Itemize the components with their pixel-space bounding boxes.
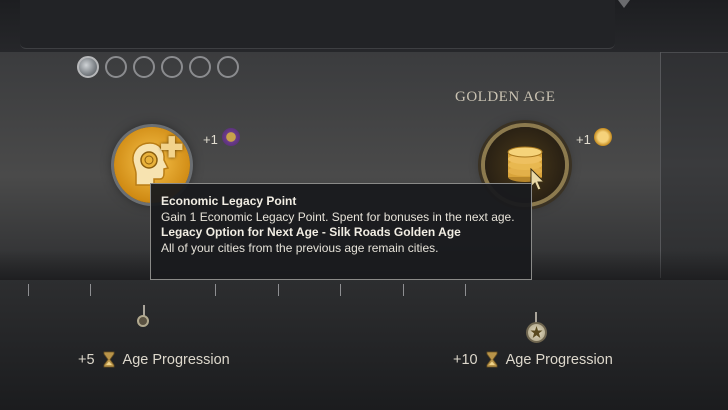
milestone-label-2: +10 Age Progression <box>453 351 613 368</box>
golden-age-badge-icon <box>594 128 612 146</box>
tooltip-body-economic: Gain 1 Economic Legacy Point. Spent for … <box>161 209 515 224</box>
mouse-cursor-icon <box>530 168 546 191</box>
milestone-label-1: +5 Age Progression <box>78 351 230 368</box>
golden-age-title: GOLDEN AGE <box>455 89 556 105</box>
timeline-tick <box>28 284 29 296</box>
milestone-text: Age Progression <box>505 351 613 368</box>
milestone-text: Age Progression <box>122 351 230 368</box>
right-reward-amount: +1 <box>576 132 591 147</box>
top-bar <box>0 0 728 53</box>
dropdown-marker-icon[interactable] <box>618 0 630 8</box>
left-reward-amount: +1 <box>203 132 218 147</box>
milestone-amount: +5 <box>78 351 95 368</box>
timeline-tick <box>340 284 341 296</box>
progress-pip-empty <box>189 56 211 78</box>
coin-stack-icon <box>222 128 240 146</box>
timeline-tick <box>278 284 279 296</box>
timeline-tick <box>403 284 404 296</box>
tooltip-title-legacy: Legacy Option for Next Age - Silk Roads … <box>161 225 461 239</box>
hourglass-icon <box>486 351 498 368</box>
milestone-amount: +10 <box>453 351 478 368</box>
progress-pip-empty <box>105 56 127 78</box>
tooltip: Economic Legacy Point Gain 1 Economic Le… <box>150 183 532 280</box>
plus-icon: ✚ <box>160 132 184 163</box>
tooltip-title-economic: Economic Legacy Point <box>161 194 297 208</box>
tooltip-body-legacy: All of your cities from the previous age… <box>161 240 439 255</box>
progress-pip-empty <box>133 56 155 78</box>
milestone-marker-5[interactable] <box>137 315 149 327</box>
timeline-tick <box>215 284 216 296</box>
progress-pip-empty <box>161 56 183 78</box>
milestone-marker-10-star-icon[interactable] <box>526 322 547 343</box>
progress-pips <box>77 56 239 78</box>
hourglass-icon <box>103 351 114 368</box>
timeline-tick <box>90 284 91 296</box>
timeline-tick <box>465 284 466 296</box>
top-bar-panel <box>20 0 615 49</box>
progress-pip-empty <box>217 56 239 78</box>
progress-pip-filled <box>77 56 99 78</box>
